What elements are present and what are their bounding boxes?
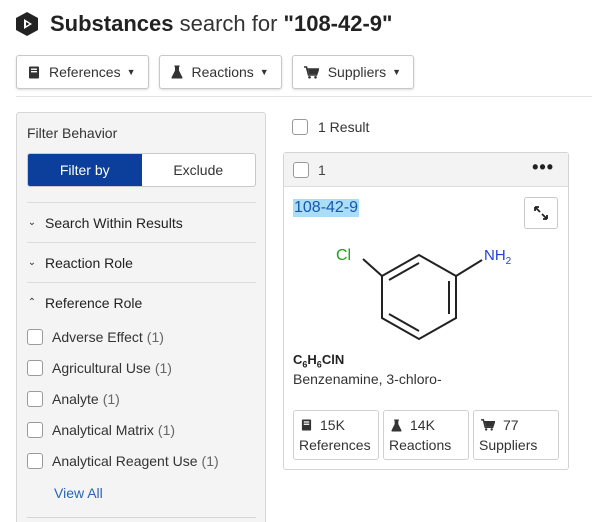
option-count: (1) <box>154 360 172 376</box>
filter-option-analyte[interactable]: Analyte (1) <box>27 391 120 407</box>
references-stat-label: References <box>299 437 371 453</box>
option-label: Analytical Reagent Use <box>52 453 198 469</box>
filter-option-agricultural-use[interactable]: Agricultural Use (1) <box>27 360 172 376</box>
chlorine-label: Cl <box>336 247 351 264</box>
section-reference-role[interactable]: ⌃ Reference Role <box>27 282 256 322</box>
option-count: (1) <box>157 422 176 438</box>
checkbox[interactable] <box>27 391 43 407</box>
flask-icon <box>170 65 183 79</box>
checkbox[interactable] <box>27 453 43 469</box>
cart-icon <box>303 65 319 79</box>
reactions-dropdown-button[interactable]: Reactions ▼ <box>158 55 282 89</box>
amine-label: NH2 <box>484 247 512 267</box>
chevron-down-icon: ⌄ <box>27 257 37 268</box>
more-options-icon[interactable]: ••• <box>532 157 554 178</box>
exclude-option[interactable]: Exclude <box>142 154 256 186</box>
section-reaction-role[interactable]: ⌄ Reaction Role <box>27 242 256 282</box>
checkbox[interactable] <box>27 360 43 376</box>
chevron-down-icon: ⌄ <box>27 217 37 228</box>
view-all-link[interactable]: View All <box>54 485 103 501</box>
card-checkbox[interactable] <box>293 162 309 178</box>
suppliers-button-label: Suppliers <box>327 64 387 80</box>
page-header: Substances search for "108-42-9" <box>16 11 392 37</box>
filter-option-analytical-reagent-use[interactable]: Analytical Reagent Use (1) <box>27 453 219 469</box>
suppliers-dropdown-button[interactable]: Suppliers ▼ <box>291 55 414 89</box>
option-count: (1) <box>146 329 164 345</box>
reactions-stat-label: Reactions <box>389 437 452 453</box>
reactions-count: 14K <box>410 417 435 433</box>
card-index: 1 <box>318 162 326 178</box>
chemical-structure: Cl NH2 <box>336 247 512 341</box>
section-label: Search Within Results <box>45 214 183 231</box>
card-header: 1 ••• <box>284 153 568 187</box>
filter-option-adverse-effect[interactable]: Adverse Effect (1) <box>27 329 164 345</box>
results-count: 1 Result <box>318 119 370 135</box>
chevron-down-icon: ▼ <box>259 67 269 77</box>
suppliers-stat-label: Suppliers <box>479 437 538 453</box>
filter-behavior-heading: Filter Behavior <box>27 125 118 141</box>
expand-button[interactable] <box>524 197 558 229</box>
substance-card: 1 ••• 108-42-9 Cl NH2 C6H6ClN Benzenamin… <box>283 152 569 470</box>
references-stat-button[interactable]: 15K References <box>293 410 379 460</box>
section-label: Reaction Role <box>45 254 133 271</box>
chevron-up-icon: ⌃ <box>27 297 37 308</box>
select-all-checkbox[interactable] <box>292 119 308 135</box>
reactions-button-label: Reactions <box>191 64 254 80</box>
section-search-within-results[interactable]: ⌄ Search Within Results <box>27 202 256 242</box>
option-label: Analytical Matrix <box>52 422 154 438</box>
cas-logo-icon <box>16 12 38 36</box>
filter-panel: Filter Behavior Filter by Exclude ⌄ Sear… <box>16 112 266 522</box>
option-label: Analyte <box>52 391 99 407</box>
option-count: (1) <box>102 391 120 407</box>
cart-icon <box>481 419 495 431</box>
option-label: Agricultural Use <box>52 360 151 376</box>
option-count: (1) <box>201 453 219 469</box>
toolbar: References ▼ Reactions ▼ Suppliers ▼ <box>16 55 414 89</box>
reactions-stat-button[interactable]: 14K Reactions <box>383 410 469 460</box>
toolbar-divider <box>16 96 592 97</box>
references-button-label: References <box>49 64 121 80</box>
book-icon <box>301 419 312 431</box>
molecular-formula: C6H6ClN <box>293 352 345 370</box>
chevron-down-icon: ▼ <box>392 67 401 77</box>
cas-number-link[interactable]: 108-42-9 <box>293 199 360 217</box>
filter-behavior-toggle: Filter by Exclude <box>27 153 256 187</box>
suppliers-stat-button[interactable]: 77 Suppliers <box>473 410 559 460</box>
suppliers-count: 77 <box>503 417 519 433</box>
checkbox[interactable] <box>27 329 43 345</box>
filter-option-analytical-matrix[interactable]: Analytical Matrix (1) <box>27 422 175 438</box>
option-label: Adverse Effect <box>52 329 143 345</box>
chevron-down-icon: ▼ <box>126 67 136 77</box>
substance-name: Benzenamine, 3-chloro- <box>293 371 442 387</box>
results-header: 1 Result <box>292 119 369 135</box>
filter-by-option[interactable]: Filter by <box>28 154 142 186</box>
expand-icon <box>534 206 548 220</box>
checkbox[interactable] <box>27 422 43 438</box>
section-label: Reference Role <box>45 294 143 311</box>
book-icon <box>29 66 39 78</box>
page-title: Substances search for "108-42-9" <box>50 11 393 36</box>
references-count: 15K <box>320 417 345 433</box>
section-divider <box>27 517 256 518</box>
references-dropdown-button[interactable]: References ▼ <box>16 55 149 89</box>
flask-icon <box>391 419 402 431</box>
